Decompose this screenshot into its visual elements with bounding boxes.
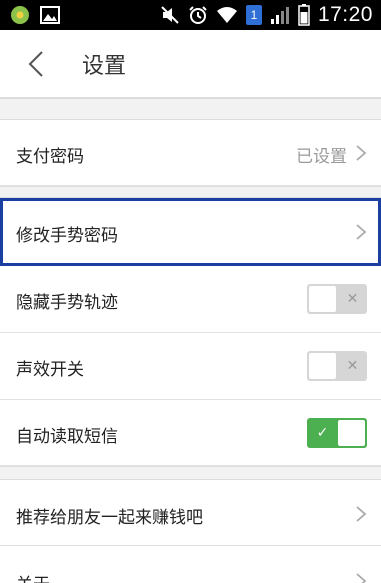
about-label: 关于 [16, 570, 50, 583]
alarm-icon [189, 6, 207, 24]
battery-icon [298, 4, 310, 26]
hide-gesture-trail-label: 隐藏手势轨迹 [16, 293, 118, 313]
image-notification-icon [40, 6, 60, 24]
about-row[interactable]: 关于 [0, 546, 381, 583]
signal-icon [270, 7, 289, 24]
modify-gesture-password-label: 修改手势密码 [16, 226, 118, 246]
status-right: 1 17:20 [160, 3, 373, 27]
close-icon: ✕ [346, 291, 359, 307]
status-clock: 17:20 [317, 3, 373, 26]
status-left [10, 5, 60, 25]
hide-gesture-trail-toggle[interactable]: ✕ [307, 284, 367, 314]
sound-effects-toggle[interactable]: ✕ [307, 351, 367, 381]
toggle-knob [309, 353, 336, 379]
toggle-knob [338, 420, 365, 446]
chevron-right-icon [356, 506, 367, 522]
toggle-knob [309, 286, 336, 312]
mute-icon [161, 6, 179, 24]
sound-effects-row: 声效开关 ✕ [0, 333, 381, 400]
check-icon: ✓ [316, 425, 329, 441]
modify-gesture-password-row[interactable]: 修改手势密码 [0, 198, 381, 266]
section-divider [0, 98, 381, 120]
section-divider [0, 186, 381, 198]
chevron-left-icon [28, 51, 43, 77]
status-bar: 1 17:20 [0, 0, 381, 30]
auto-read-sms-label: 自动读取短信 [16, 427, 118, 447]
recommend-friends-row[interactable]: 推荐给朋友一起来赚钱吧 [0, 480, 381, 546]
title-bar: 设置 [0, 30, 381, 98]
wifi-icon [216, 7, 237, 23]
payment-password-status: 已设置 [296, 147, 347, 167]
chevron-right-icon [356, 573, 367, 583]
section-divider [0, 466, 381, 480]
page-title: 设置 [82, 54, 127, 79]
hide-gesture-trail-row: 隐藏手势轨迹 ✕ [0, 266, 381, 333]
recommend-friends-label: 推荐给朋友一起来赚钱吧 [16, 508, 203, 528]
sound-effects-label: 声效开关 [16, 360, 84, 380]
payment-password-label: 支付密码 [16, 147, 84, 167]
app-notification-icon [11, 6, 29, 24]
chevron-right-icon [356, 145, 367, 161]
auto-read-sms-toggle[interactable]: ✓ [307, 418, 367, 448]
auto-read-sms-row: 自动读取短信 ✓ [0, 400, 381, 466]
sim-badge: 1 [245, 5, 262, 25]
payment-password-row[interactable]: 支付密码 已设置 [0, 120, 381, 186]
close-icon: ✕ [346, 358, 359, 374]
chevron-right-icon [356, 224, 367, 240]
back-button[interactable] [22, 48, 54, 80]
